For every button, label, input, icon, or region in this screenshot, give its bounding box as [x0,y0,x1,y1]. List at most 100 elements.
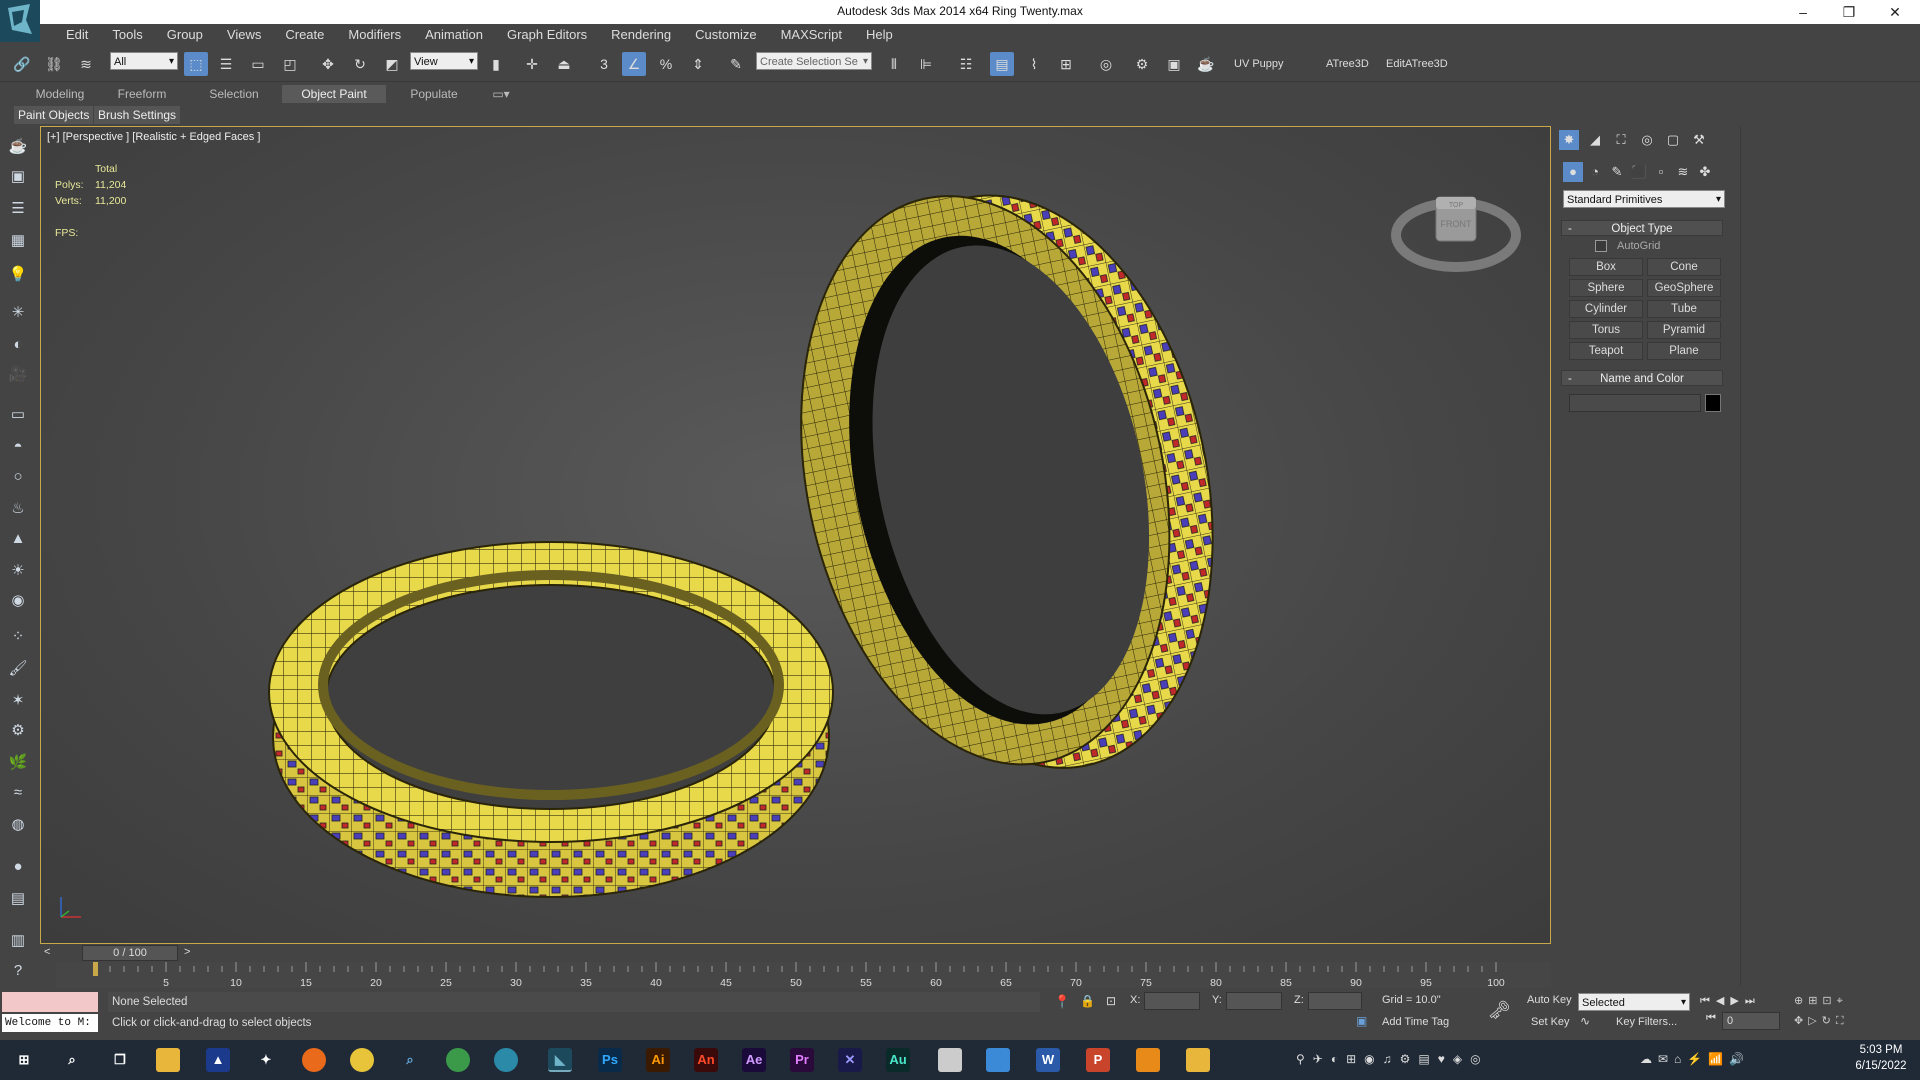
menu-item-animation[interactable]: Animation [413,24,495,46]
geometry-icon[interactable]: ● [1563,162,1583,182]
search-app-icon[interactable]: ⌕ [398,1048,422,1072]
prev-frame-icon[interactable]: < [44,946,50,958]
clock-date[interactable]: 6/15/2022 [1848,1060,1914,1072]
next-frame-icon[interactable]: > [184,946,190,958]
menu-item-modifiers[interactable]: Modifiers [336,24,413,46]
paint-objects-button[interactable]: Paint Objects [14,106,94,124]
shapes-icon[interactable]: ◔ [1585,162,1605,182]
minimize-icon[interactable]: – [1788,2,1818,22]
menu-item-graph-editors[interactable]: Graph Editors [495,24,599,46]
app-blue-icon[interactable] [986,1048,1010,1072]
menu-item-rendering[interactable]: Rendering [599,24,683,46]
maxscript-listener-pink[interactable] [2,992,98,1012]
window-crossing-icon[interactable]: ◰ [278,52,302,76]
spacewarps-icon[interactable]: ≋ [1673,162,1693,182]
viewcube[interactable]: TOP FRONT [1391,177,1521,277]
app-icon-1[interactable]: ▲ [206,1048,230,1072]
render-setup-icon[interactable]: ⚙ [1130,52,1154,76]
sound-icon[interactable]: ◐ [6,334,30,356]
maxscript-input[interactable]: Welcome to M: [2,1014,98,1032]
grid-tool-icon[interactable]: ▦ [6,230,30,252]
menu-item-tools[interactable]: Tools [100,24,154,46]
autogrid-checkbox[interactable] [1595,240,1607,252]
keyboard-shortcut-icon[interactable]: ⏏ [552,52,576,76]
hemisphere-icon[interactable]: ◓ [6,436,30,458]
file-explorer-icon[interactable] [156,1048,180,1072]
menu-item-group[interactable]: Group [155,24,215,46]
sun-icon[interactable]: ☀ [6,560,30,582]
mirror-icon[interactable]: ⫴ [882,52,906,76]
restore-icon[interactable]: ❐ [1834,2,1864,22]
key-filters-button[interactable]: Key Filters... [1616,1016,1677,1028]
time-tag-icon[interactable]: ▣ [1356,1014,1367,1028]
scatter-icon[interactable]: ✶ [6,690,30,712]
rect-selection-icon[interactable]: ▭ [246,52,270,76]
go-to-start-icon[interactable]: ⏮ [1706,1012,1716,1025]
y-coord-field[interactable] [1226,992,1282,1010]
menu-item-edit[interactable]: Edit [54,24,100,46]
windows-start-icon[interactable]: ⊞ [12,1048,36,1072]
teapot-button[interactable]: Teapot [1569,342,1643,360]
trackbar[interactable]: 5 10 15 20 25 30 35 40 45 50 55 60 65 70 75 80 85 90 95 100 [56,962,1551,988]
paint-icon[interactable]: 🖌 [6,658,30,680]
sphere-button[interactable]: Sphere [1569,279,1643,297]
lights-icon[interactable]: ✎ [1607,162,1627,182]
powerpoint-icon[interactable]: P [1086,1048,1110,1072]
named-selection-set-dropdown[interactable]: Create Selection Se [756,52,872,71]
camera-icon[interactable]: 🎥 [6,364,30,386]
chrome-icon[interactable] [350,1048,374,1072]
task-view-icon[interactable]: ❐ [108,1048,132,1072]
systems-icon[interactable]: ✤ [1695,162,1715,182]
helpers-icon[interactable]: ▫ [1651,162,1671,182]
display-tab-icon[interactable]: ▢ [1663,130,1683,150]
illustrator-icon[interactable]: Ai [646,1048,670,1072]
search-icon[interactable]: ⌕ [60,1048,84,1072]
modify-tab-icon[interactable]: ◢ [1585,130,1605,150]
shell-icon[interactable]: ◍ [6,814,30,836]
helper-icon[interactable]: ✳ [6,302,30,324]
set-key-button[interactable]: Set Key [1531,1016,1570,1028]
playback-controls[interactable]: ⏮◀︎▶︎⏭ [1700,994,1761,1008]
object-type-rollout[interactable]: Object Type [1561,220,1723,237]
system-tray-icons[interactable]: ⚲✈◐⊞◉♫⚙▤♥◈◎ [1296,1052,1489,1066]
material-ball-icon[interactable]: ● [6,856,30,878]
angle-snap-icon[interactable]: ∠ [622,52,646,76]
box-button[interactable]: Box [1569,258,1643,276]
utilities-tab-icon[interactable]: ⚒ [1689,130,1709,150]
rotate-icon[interactable]: ↻ [348,52,372,76]
list-icon[interactable]: ☰ [6,198,30,220]
teapot-icon[interactable]: ☕ [6,136,30,158]
time-slider[interactable]: < 0 / 100 > [40,944,1551,962]
ref-coord-dropdown[interactable]: View [410,52,478,71]
geosphere-button[interactable]: GeoSphere [1647,279,1721,297]
globe-icon[interactable] [446,1048,470,1072]
pivot-center-icon[interactable]: ▮ [484,52,508,76]
tab-populate[interactable]: Populate [394,85,474,103]
app-logo-icon[interactable] [0,0,40,42]
bind-spacewarp-icon[interactable]: ≋ [74,52,98,76]
percent-snap-icon[interactable]: % [654,52,678,76]
key-mode-dropdown[interactable]: Selected [1578,993,1690,1012]
after-effects-icon[interactable]: Ae [742,1048,766,1072]
menu-item-customize[interactable]: Customize [683,24,768,46]
tray-status-icons[interactable]: ☁✉⌂⚡📶🔊 [1640,1052,1750,1066]
edit-atree3d-button[interactable]: EditATree3D [1386,58,1448,70]
select-object-icon[interactable]: ⬚ [184,52,208,76]
folder-icon[interactable] [1186,1048,1210,1072]
z-coord-field[interactable] [1308,992,1362,1010]
atree3d-button[interactable]: ATree3D [1326,58,1369,70]
toggle-ribbon-icon[interactable]: ▤ [990,52,1014,76]
premiere-icon[interactable]: Pr [790,1048,814,1072]
tube-button[interactable]: Tube [1647,300,1721,318]
firefox-icon[interactable] [302,1048,326,1072]
tab-freeform[interactable]: Freeform [102,85,182,103]
script-icon[interactable]: ▥ [6,930,30,952]
edit-named-sets-icon[interactable]: ✎ [724,52,748,76]
brush-settings-button[interactable]: Brush Settings [94,106,181,124]
photoshop-icon[interactable]: Ps [598,1048,622,1072]
clock-time[interactable]: 5:03 PM [1848,1044,1914,1056]
align-icon[interactable]: ⊫ [914,52,938,76]
sphere-tool-icon[interactable]: ○ [6,466,30,488]
3dsmax-taskbar-icon[interactable]: ◣ [548,1048,572,1072]
tab-selection[interactable]: Selection [194,85,274,103]
